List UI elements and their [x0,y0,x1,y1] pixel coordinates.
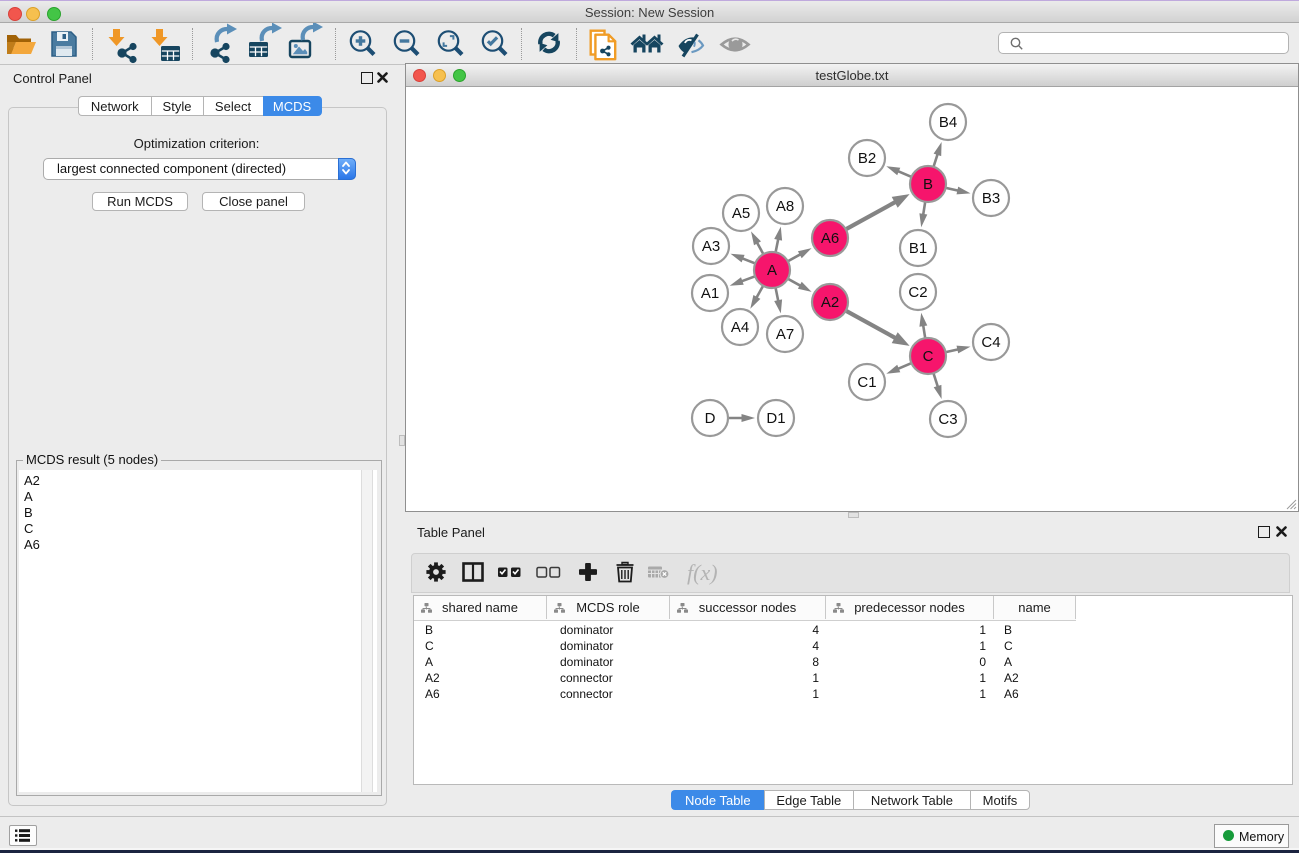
svg-text:D: D [705,410,716,427]
svg-text:C: C [923,348,934,365]
svg-text:A1: A1 [701,285,719,302]
svg-text:A5: A5 [732,205,750,222]
svg-text:C2: C2 [908,284,927,301]
svg-text:A7: A7 [776,326,794,343]
svg-text:B3: B3 [982,190,1000,207]
svg-text:A: A [767,262,777,279]
svg-text:C4: C4 [981,334,1000,351]
svg-text:B4: B4 [939,114,957,131]
svg-text:f(x): f(x) [687,560,718,585]
svg-text:A6: A6 [821,230,839,247]
svg-text:A3: A3 [702,238,720,255]
svg-text:A2: A2 [821,294,839,311]
svg-text:B: B [923,176,933,193]
svg-text:D1: D1 [766,410,785,427]
svg-text:A4: A4 [731,319,749,336]
svg-text:B2: B2 [858,150,876,167]
svg-text:B1: B1 [909,240,927,257]
svg-text:A8: A8 [776,198,794,215]
svg-text:C3: C3 [938,411,957,428]
svg-text:C1: C1 [857,374,876,391]
